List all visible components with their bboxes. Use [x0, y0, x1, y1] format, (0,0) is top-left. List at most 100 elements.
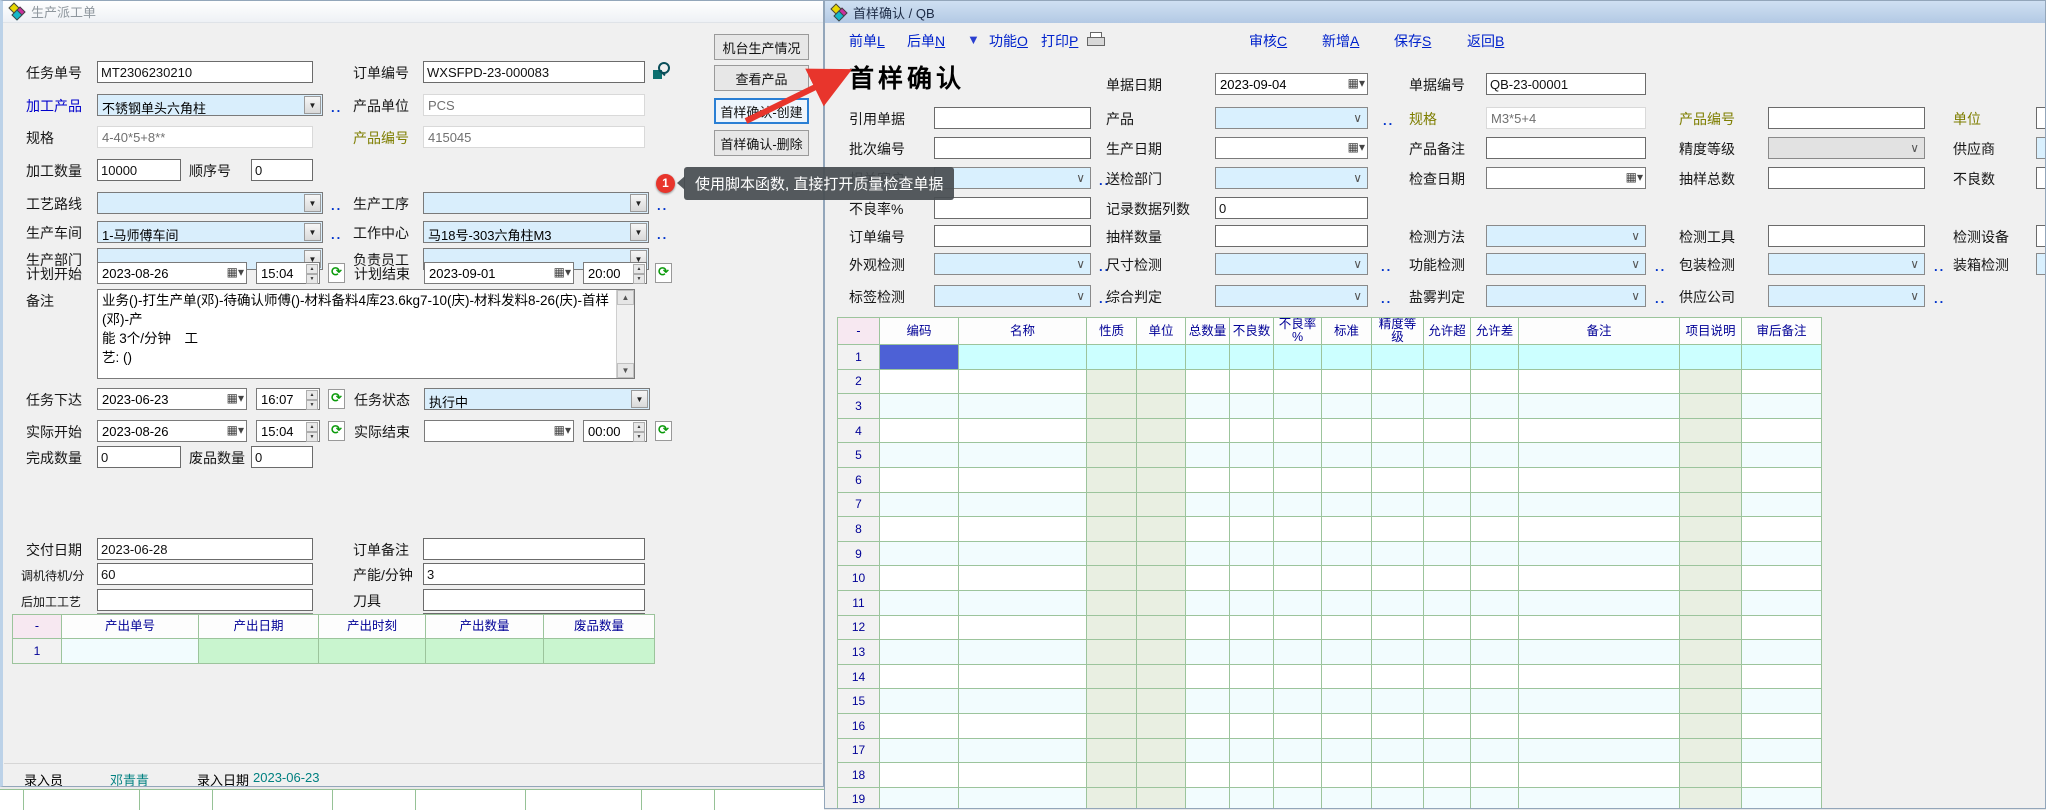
cell-r15-c14[interactable]: [1742, 689, 1822, 714]
cell-r12-c4[interactable]: [1137, 615, 1186, 640]
cell-r10-c2[interactable]: [959, 566, 1087, 591]
cell-r7-c3[interactable]: [1087, 492, 1137, 517]
row-number[interactable]: 16: [838, 713, 880, 738]
cell-r4-c6[interactable]: [1230, 418, 1274, 443]
plan-end-time-spinner[interactable]: 20:00▲▼: [583, 262, 647, 284]
cell-r15-c8[interactable]: [1322, 689, 1372, 714]
cell-r18-c9[interactable]: [1372, 763, 1424, 788]
cell-r12-c13[interactable]: [1680, 615, 1742, 640]
cell-r8-c5[interactable]: [1186, 517, 1230, 542]
product-more-button[interactable]: ..: [1383, 113, 1394, 128]
dropdown-arrow-icon[interactable]: ▼: [304, 223, 321, 241]
cell-r11-c11[interactable]: [1471, 590, 1519, 615]
cell-r18-c6[interactable]: [1230, 763, 1274, 788]
cell-r18-c4[interactable]: [1137, 763, 1186, 788]
calendar-icon[interactable]: ▦▾: [227, 391, 244, 405]
order-no-input[interactable]: [934, 225, 1091, 247]
cell-r2-c4[interactable]: [1137, 369, 1186, 394]
inspect-dept-combo[interactable]: ∨: [1215, 167, 1368, 189]
cell-r10-c4[interactable]: [1137, 566, 1186, 591]
calendar-icon[interactable]: ▦▾: [1626, 170, 1643, 184]
cell-r18-c14[interactable]: [1742, 763, 1822, 788]
cell-r7-c7[interactable]: [1274, 492, 1322, 517]
cell-r14-c2[interactable]: [959, 664, 1087, 689]
cell-r7-c12[interactable]: [1519, 492, 1680, 517]
defect-qty-input[interactable]: [2036, 167, 2046, 189]
cell-r15-c4[interactable]: [1137, 689, 1186, 714]
plan-start-date-picker[interactable]: 2023-08-26▦▾: [97, 262, 247, 284]
cell-r6-c4[interactable]: [1137, 467, 1186, 492]
cell-r18-c13[interactable]: [1680, 763, 1742, 788]
cell-r18-c11[interactable]: [1471, 763, 1519, 788]
dim-test-combo[interactable]: ∨: [1215, 253, 1368, 275]
process-qty-input[interactable]: [97, 159, 181, 181]
cell-r2-c2[interactable]: [959, 369, 1087, 394]
cell-r16-c1[interactable]: [880, 713, 959, 738]
supply-co-combo[interactable]: ∨: [1768, 285, 1925, 307]
spin-down-icon[interactable]: ▼: [633, 274, 645, 284]
cell-r11-c10[interactable]: [1424, 590, 1471, 615]
cell-r6-c9[interactable]: [1372, 467, 1424, 492]
cell-r7-c2[interactable]: [959, 492, 1087, 517]
row-number[interactable]: 2: [838, 369, 880, 394]
cell-r12-c14[interactable]: [1742, 615, 1822, 640]
cell-r6-c12[interactable]: [1519, 467, 1680, 492]
cell-r14-c10[interactable]: [1424, 664, 1471, 689]
cell-r8-c9[interactable]: [1372, 517, 1424, 542]
plan-end-date-picker[interactable]: 2023-09-01▦▾: [424, 262, 574, 284]
cell-r1-c9[interactable]: [1372, 345, 1424, 370]
cell-r6-c8[interactable]: [1322, 467, 1372, 492]
doc-date-date-picker[interactable]: 2023-09-04▦▾: [1215, 73, 1368, 95]
cell-r5-c14[interactable]: [1742, 443, 1822, 468]
cell-r2-c12[interactable]: [1519, 369, 1680, 394]
cell-r5-c11[interactable]: [1471, 443, 1519, 468]
cell-r6-c5[interactable]: [1186, 467, 1230, 492]
cell-r17-c11[interactable]: [1471, 738, 1519, 763]
process-combo[interactable]: ▼: [423, 192, 649, 214]
cell-r12-c3[interactable]: [1087, 615, 1137, 640]
func-test-combo[interactable]: ∨: [1486, 253, 1646, 275]
cell-r15-c2[interactable]: [959, 689, 1087, 714]
cell-r5-c4[interactable]: [1137, 443, 1186, 468]
cell-r1-c7[interactable]: [1274, 345, 1322, 370]
cell-r18-c5[interactable]: [1186, 763, 1230, 788]
customer-combo[interactable]: ∨: [934, 167, 1091, 189]
plan-end-refresh-icon[interactable]: ⟳: [655, 263, 672, 283]
cell-r16-c11[interactable]: [1471, 713, 1519, 738]
cell-r3-c9[interactable]: [1372, 394, 1424, 419]
label-test-combo[interactable]: ∨: [934, 285, 1091, 307]
cell-r16-c3[interactable]: [1087, 713, 1137, 738]
cell-r11-c12[interactable]: [1519, 590, 1680, 615]
process-product-more-button[interactable]: ..: [331, 100, 342, 115]
cell-r17-c1[interactable]: [880, 738, 959, 763]
cell-r8-c8[interactable]: [1322, 517, 1372, 542]
actual-end-date-picker[interactable]: ▦▾: [424, 420, 574, 442]
cell-r3-c3[interactable]: [1087, 394, 1137, 419]
cell-r8-c10[interactable]: [1424, 517, 1471, 542]
prod-date-date-picker[interactable]: ▦▾: [1215, 137, 1368, 159]
test-method-combo[interactable]: ∨: [1486, 225, 1646, 247]
cell-r5-c9[interactable]: [1372, 443, 1424, 468]
cell-r14-c4[interactable]: [1137, 664, 1186, 689]
cell-r6-c6[interactable]: [1230, 467, 1274, 492]
cell-r15-c7[interactable]: [1274, 689, 1322, 714]
dropdown-arrow-icon[interactable]: ▼: [630, 223, 647, 241]
cell-r14-c9[interactable]: [1372, 664, 1424, 689]
product-combo[interactable]: ∨: [1215, 107, 1368, 129]
cell-r1-c11[interactable]: [1471, 345, 1519, 370]
overall-judge-more-button[interactable]: ..: [1381, 291, 1392, 306]
spinner-buttons[interactable]: ▲▼: [633, 422, 645, 440]
cell-r16-c2[interactable]: [959, 713, 1087, 738]
cell-r11-c9[interactable]: [1372, 590, 1424, 615]
cell-r15-c5[interactable]: [1186, 689, 1230, 714]
spin-up-icon[interactable]: ▲: [306, 264, 318, 274]
test-tool-input[interactable]: [1768, 225, 1925, 247]
actual-end-refresh-icon[interactable]: ⟳: [655, 421, 672, 441]
actual-start-date-picker[interactable]: 2023-08-26▦▾: [97, 420, 247, 442]
task-issued-date-picker[interactable]: 2023-06-23▦▾: [97, 388, 247, 410]
cell-r18-c3[interactable]: [1087, 763, 1137, 788]
cell-r7-c11[interactable]: [1471, 492, 1519, 517]
cell-r7-c14[interactable]: [1742, 492, 1822, 517]
batch-no-input[interactable]: [934, 137, 1091, 159]
row-number[interactable]: 8: [838, 517, 880, 542]
